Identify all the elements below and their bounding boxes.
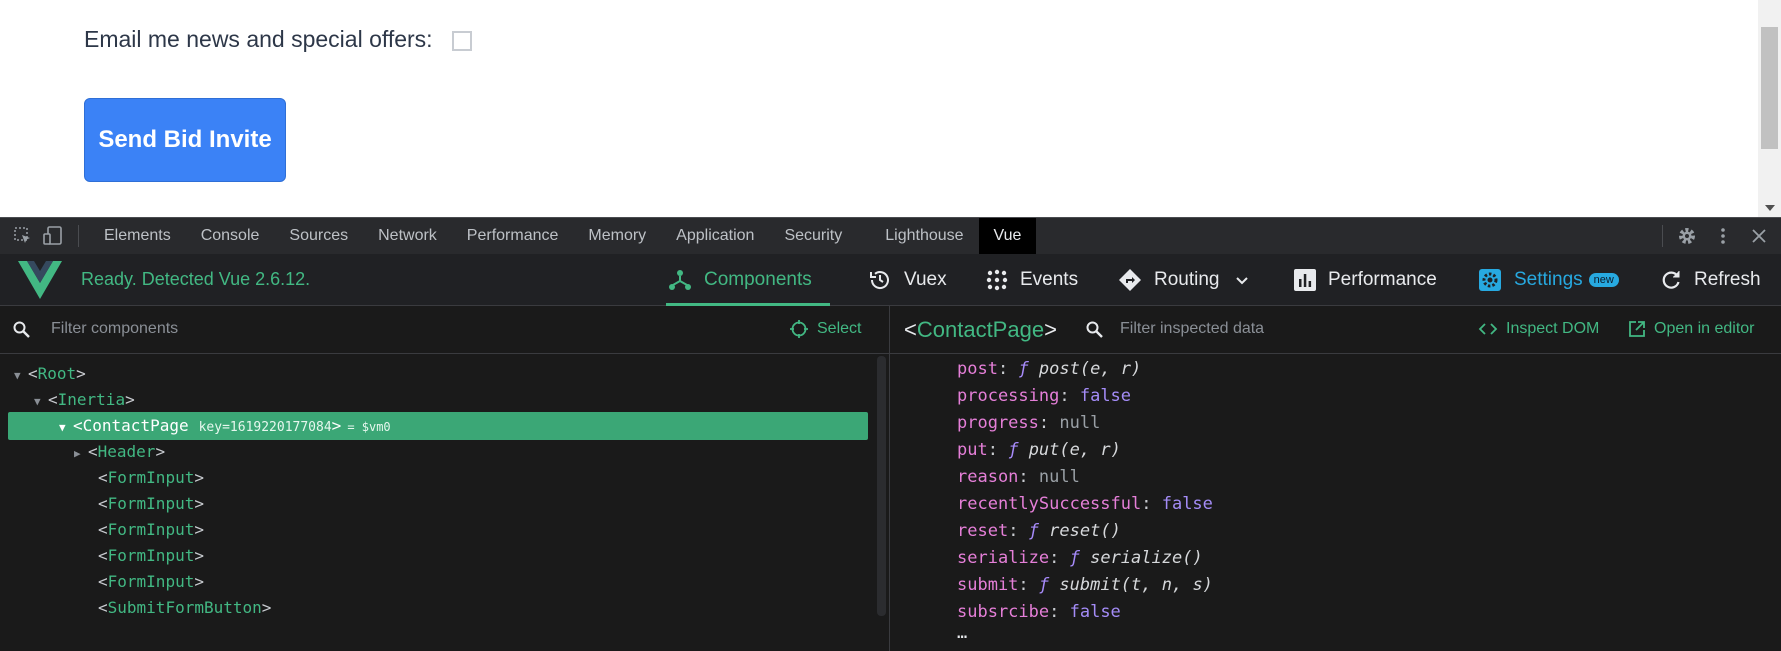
tree-node-forminput[interactable]: <FormInput> bbox=[98, 542, 204, 570]
chevron-down-icon bbox=[1235, 276, 1248, 284]
inspector-pane: <ContactPage> Filter inspected data Insp… bbox=[890, 306, 1781, 651]
routing-icon bbox=[1119, 268, 1141, 291]
close-icon[interactable] bbox=[1745, 222, 1773, 250]
tab-elements[interactable]: Elements bbox=[89, 218, 186, 254]
tab-security[interactable]: Security bbox=[769, 218, 870, 254]
filter-inspected-data-input[interactable]: Filter inspected data bbox=[1120, 320, 1264, 338]
tab-memory[interactable]: Memory bbox=[573, 218, 661, 254]
refresh-icon bbox=[1662, 270, 1680, 289]
toolbar-divider bbox=[78, 225, 79, 247]
data-row-processing[interactable]: processing: false bbox=[957, 383, 1213, 410]
refresh-label: Refresh bbox=[1694, 268, 1761, 290]
component-tree-pane: Filter components Select ▼ <Root> ▼ <Inert… bbox=[0, 306, 890, 651]
components-icon bbox=[669, 269, 691, 290]
nav-components[interactable]: Components bbox=[666, 254, 830, 306]
tree-node-forminput[interactable]: <FormInput> bbox=[98, 490, 204, 518]
email-opt-in-label: Email me news and special offers: bbox=[84, 26, 433, 52]
data-row-recently-successful[interactable]: recentlySuccessful: false bbox=[957, 491, 1213, 518]
nav-routing[interactable]: Routing bbox=[1118, 254, 1262, 305]
tree-node-header[interactable]: ▶ <Header> bbox=[74, 438, 165, 466]
nav-vuex[interactable]: Vuex bbox=[868, 254, 947, 305]
new-badge: new bbox=[1588, 272, 1619, 287]
devtools-tab-bar: Elements Console Sources Network Perform… bbox=[0, 217, 1781, 254]
inspect-element-icon[interactable] bbox=[12, 225, 34, 247]
nav-routing-label: Routing bbox=[1154, 268, 1220, 290]
tree-node-contactpage-selected[interactable]: ▼ <ContactPage key=1619220177084> = $vm0 bbox=[8, 412, 868, 440]
collapse-arrow-icon[interactable]: ▶ bbox=[74, 440, 88, 468]
inspect-dom-label: Inspect DOM bbox=[1506, 320, 1600, 337]
nav-events[interactable]: Events bbox=[986, 254, 1078, 305]
open-in-editor-button[interactable]: Open in editor bbox=[1628, 320, 1755, 338]
vue-logo-icon bbox=[18, 261, 62, 304]
filter-components-input[interactable]: Filter components bbox=[51, 320, 178, 338]
show-more-ellipsis[interactable]: … bbox=[957, 625, 1213, 646]
email-opt-in-row: Email me news and special offers: bbox=[84, 26, 472, 53]
tree-scrollbar[interactable] bbox=[877, 356, 886, 616]
nav-components-label: Components bbox=[704, 268, 812, 290]
email-opt-in-checkbox[interactable] bbox=[451, 31, 472, 51]
tab-console[interactable]: Console bbox=[186, 218, 275, 254]
inspected-component-name: <ContactPage> bbox=[904, 317, 1057, 342]
device-toolbar-icon[interactable] bbox=[42, 225, 64, 247]
tab-lighthouse[interactable]: Lighthouse bbox=[870, 218, 978, 254]
tab-network[interactable]: Network bbox=[363, 218, 452, 254]
data-row-serialize[interactable]: serialize: ƒ serialize() bbox=[957, 545, 1213, 572]
toolbar-divider bbox=[1662, 225, 1663, 247]
nav-performance[interactable]: Performance bbox=[1294, 254, 1437, 305]
tree-node-inertia[interactable]: ▼ <Inertia> bbox=[34, 386, 135, 414]
tree-node-forminput[interactable]: <FormInput> bbox=[98, 464, 204, 492]
tab-performance[interactable]: Performance bbox=[452, 218, 574, 254]
data-row-put[interactable]: put: ƒ put(e, r) bbox=[957, 437, 1213, 464]
vm-reference: = $vm0 bbox=[347, 420, 391, 434]
send-bid-invite-button[interactable]: Send Bid Invite bbox=[84, 98, 286, 182]
scroll-down-arrow-icon[interactable] bbox=[1765, 205, 1775, 211]
component-key: key=1619220177084 bbox=[198, 420, 332, 435]
nav-vuex-label: Vuex bbox=[904, 268, 947, 290]
data-row-post[interactable]: post: ƒ post(e, r) bbox=[957, 356, 1213, 383]
nav-performance-label: Performance bbox=[1328, 268, 1437, 290]
data-row-reset[interactable]: reset: ƒ reset() bbox=[957, 518, 1213, 545]
tree-node-forminput[interactable]: <FormInput> bbox=[98, 516, 204, 544]
tree-node-submitformbutton[interactable]: <SubmitFormButton> bbox=[98, 594, 271, 622]
open-in-editor-label: Open in editor bbox=[1654, 320, 1755, 337]
more-options-icon[interactable] bbox=[1709, 222, 1737, 250]
code-icon bbox=[1478, 323, 1498, 335]
select-component-button[interactable]: Select bbox=[789, 319, 861, 339]
history-icon bbox=[870, 270, 889, 289]
page-scrollbar[interactable] bbox=[1758, 0, 1781, 217]
select-label: Select bbox=[817, 320, 862, 337]
data-row-progress[interactable]: progress: null bbox=[957, 410, 1213, 437]
inspected-data-list: post: ƒ post(e, r) processing: false pro… bbox=[957, 356, 1213, 646]
web-page: Email me news and special offers: Send B… bbox=[0, 0, 1758, 217]
performance-chart-icon bbox=[1294, 268, 1316, 291]
devtools-window-controls bbox=[1662, 218, 1781, 254]
data-row-reason[interactable]: reason: null bbox=[957, 464, 1213, 491]
data-row-subscribe[interactable]: subsrcibe: false bbox=[957, 599, 1213, 626]
tree-node-root[interactable]: ▼ <Root> bbox=[14, 360, 86, 388]
tab-sources[interactable]: Sources bbox=[274, 218, 363, 254]
vue-detection-status: Ready. Detected Vue 2.6.12. bbox=[81, 269, 311, 289]
nav-events-label: Events bbox=[1020, 268, 1079, 290]
nav-settings[interactable]: Settings new bbox=[1478, 254, 1619, 305]
vue-devtools-toolbar: Ready. Detected Vue 2.6.12. Components V… bbox=[0, 254, 1781, 306]
search-icon bbox=[13, 321, 30, 338]
page-scrollbar-thumb[interactable] bbox=[1761, 27, 1778, 149]
tab-vue[interactable]: Vue bbox=[978, 218, 1037, 254]
nav-settings-label: Settings bbox=[1514, 268, 1583, 290]
events-icon bbox=[986, 269, 1008, 290]
inspector-header: <ContactPage> Filter inspected data Insp… bbox=[890, 306, 1781, 354]
tab-application[interactable]: Application bbox=[661, 218, 769, 254]
data-row-submit[interactable]: submit: ƒ submit(t, n, s) bbox=[957, 572, 1213, 599]
open-external-icon bbox=[1629, 321, 1645, 337]
inspect-dom-button[interactable]: Inspect DOM bbox=[1478, 320, 1599, 338]
expand-arrow-icon[interactable]: ▼ bbox=[59, 414, 73, 442]
gear-icon[interactable] bbox=[1673, 222, 1701, 250]
settings-icon bbox=[1479, 268, 1501, 291]
refresh-button[interactable]: Refresh bbox=[1660, 254, 1761, 305]
expand-arrow-icon[interactable]: ▼ bbox=[14, 362, 28, 390]
search-icon bbox=[1086, 321, 1103, 338]
tree-node-forminput[interactable]: <FormInput> bbox=[98, 568, 204, 596]
filter-components-bar: Filter components Select bbox=[0, 306, 889, 354]
crosshair-icon bbox=[790, 320, 808, 338]
